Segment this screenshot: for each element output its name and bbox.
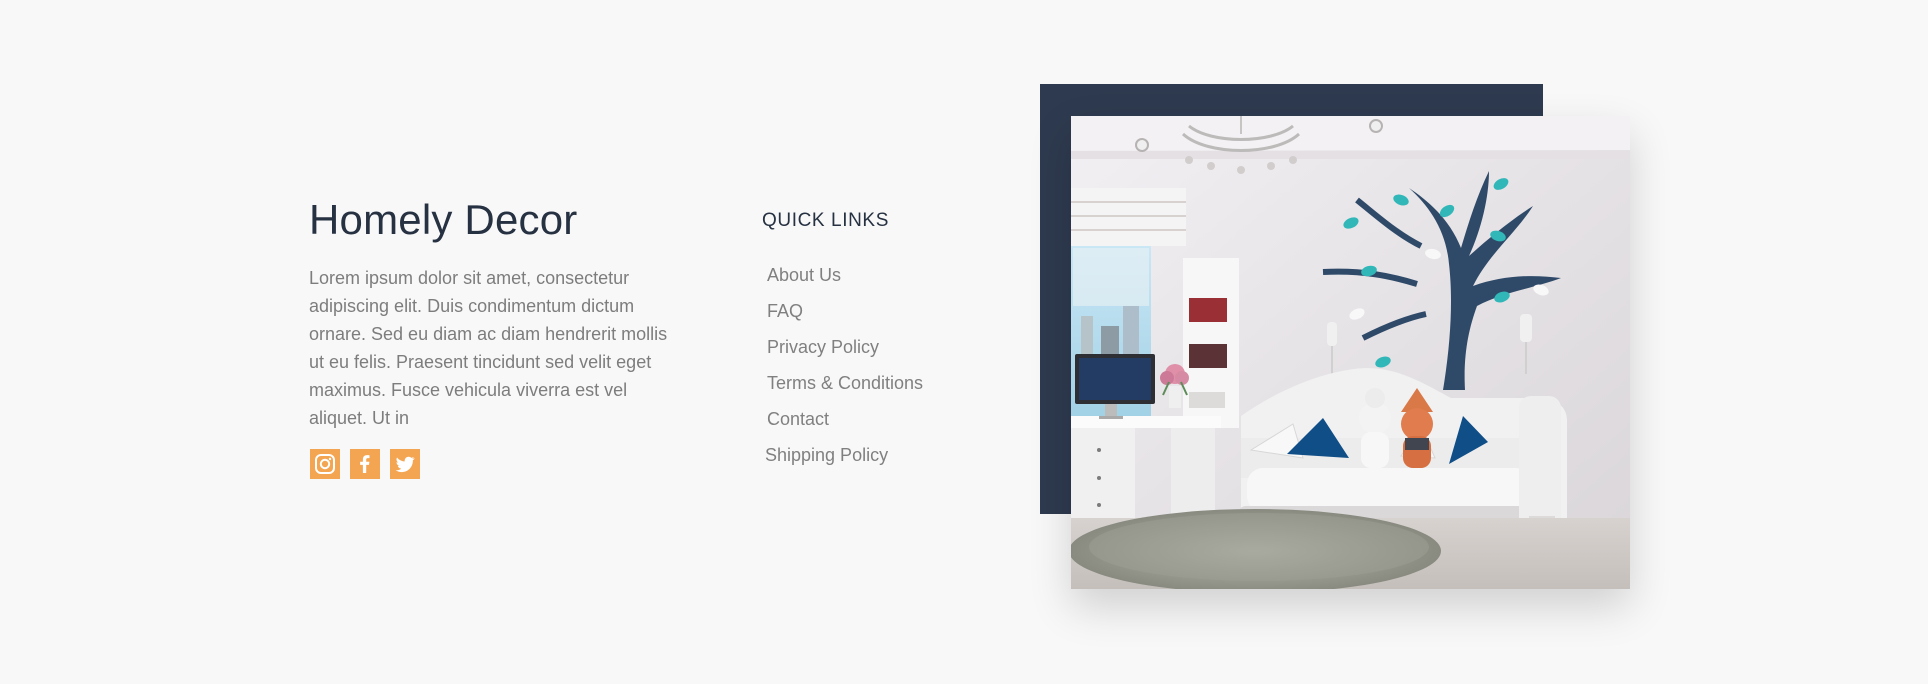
faq-link[interactable]: FAQ [767, 298, 803, 324]
facebook-icon[interactable] [350, 449, 380, 479]
list-item: Terms & Conditions [767, 370, 923, 406]
list-item: Contact [767, 406, 923, 442]
privacy-policy-link[interactable]: Privacy Policy [767, 334, 879, 360]
brand-title: Homely Decor [309, 196, 578, 243]
quick-links-list: About Us FAQ Privacy Policy Terms & Cond… [765, 262, 923, 478]
social-links [310, 449, 420, 479]
instagram-icon[interactable] [310, 449, 340, 479]
terms-and-conditions-link[interactable]: Terms & Conditions [767, 370, 923, 396]
brand-description: Lorem ipsum dolor sit amet, consectetur … [309, 268, 668, 428]
list-item: FAQ [767, 298, 923, 334]
twitter-icon[interactable] [390, 449, 420, 479]
contact-link[interactable]: Contact [767, 406, 829, 432]
list-item: About Us [767, 262, 923, 298]
list-item: Shipping Policy [765, 442, 923, 478]
quick-links-heading: QUICK LINKS [762, 210, 889, 231]
shipping-policy-link[interactable]: Shipping Policy [765, 442, 888, 468]
list-item: Privacy Policy [767, 334, 923, 370]
about-us-link[interactable]: About Us [767, 262, 841, 288]
room-image [1071, 116, 1630, 589]
